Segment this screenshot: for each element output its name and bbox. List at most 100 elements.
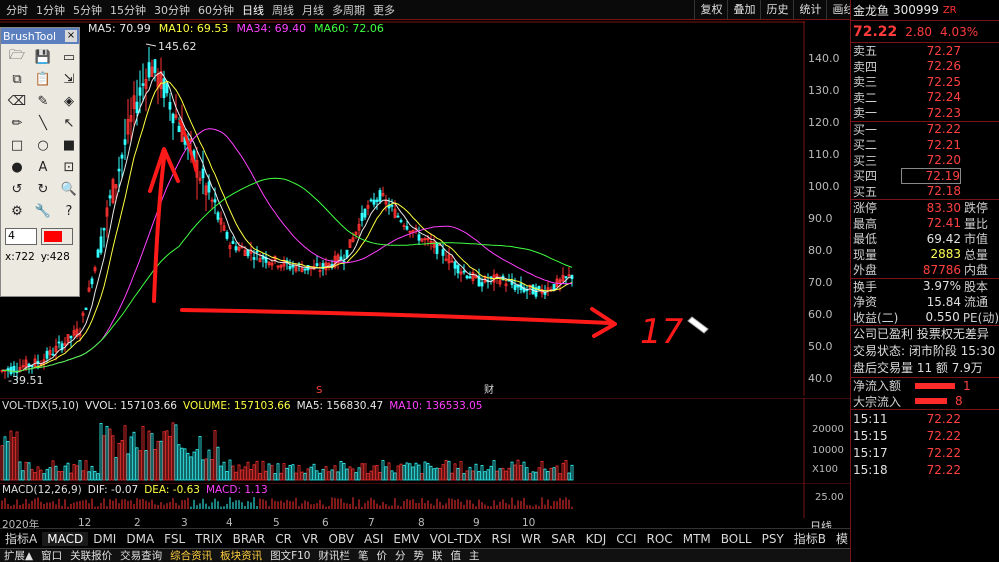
arrow-icon[interactable]: ↖ <box>57 113 81 133</box>
volume-bar <box>375 465 379 481</box>
indicator-tab[interactable]: VR <box>297 532 324 546</box>
vvol-label: VVOL: 157103.66 <box>85 400 177 412</box>
crop-icon[interactable]: ⊡ <box>57 157 81 177</box>
bottom-button[interactable]: 主 <box>465 548 484 562</box>
filled-ellipse-icon[interactable]: ● <box>5 157 29 177</box>
wrench-icon[interactable]: 🔧 <box>31 201 55 221</box>
ask-row[interactable]: 卖四 72.26 <box>851 59 999 75</box>
bottom-button[interactable]: 价 <box>372 548 391 562</box>
bottom-button[interactable]: 关联报价 <box>66 548 116 562</box>
period-tab[interactable]: 多周期 <box>328 2 369 18</box>
bid-row[interactable]: 买一 72.22 <box>851 122 999 138</box>
pencil-icon[interactable]: ✏ <box>5 113 29 133</box>
indicator-tab[interactable]: 指标B <box>789 530 831 547</box>
indicator-tab[interactable]: DMA <box>121 532 159 546</box>
volume-bar <box>165 430 169 481</box>
toolbar-button[interactable]: 历史 <box>760 0 793 20</box>
indicator-tab[interactable]: KDJ <box>581 532 612 546</box>
bottom-button[interactable]: 板块资讯 <box>216 548 266 562</box>
ask-row[interactable]: 卖三 72.25 <box>851 74 999 90</box>
copy-icon[interactable]: ⧉ <box>5 69 29 89</box>
period-tab[interactable]: 分时 <box>2 2 32 18</box>
volume-bar <box>276 463 280 481</box>
brushtool-panel[interactable]: BrushTool × 🗁 💾 ▭ ⧉ 📋 ⇲ ⌫ ✎ ◈ ✏ ╲ ↖ □ ○ ■ ● A ⊡ ↺ ↻ 🔍 ⚙ 🔧? 4 x… <box>0 27 80 297</box>
period-tab[interactable]: 5分钟 <box>69 2 106 18</box>
redo-icon[interactable]: ↻ <box>31 179 55 199</box>
bottom-button[interactable]: 值 <box>446 548 465 562</box>
candle-body <box>117 168 121 172</box>
close-icon[interactable]: × <box>65 30 77 42</box>
indicator-tab[interactable]: FSL <box>159 532 190 546</box>
period-tab[interactable]: 1分钟 <box>32 2 69 18</box>
indicator-tab[interactable]: MTM <box>678 532 716 546</box>
eyedropper-icon[interactable]: ✎ <box>31 91 55 111</box>
text-icon[interactable]: A <box>31 157 55 177</box>
period-tab[interactable]: 60分钟 <box>194 2 238 18</box>
indicator-tab[interactable]: MACD <box>42 531 89 546</box>
indicator-tab[interactable]: WR <box>516 532 546 546</box>
zoom-icon[interactable]: 🔍 <box>57 179 81 199</box>
save-icon[interactable]: 💾 <box>31 47 55 67</box>
indicator-tab[interactable]: OBV <box>324 532 360 546</box>
indicator-tab[interactable]: BOLL <box>716 532 757 546</box>
bottom-button[interactable]: 扩展▲ <box>0 548 37 562</box>
paste-icon[interactable]: 📋 <box>31 69 55 89</box>
ask-row[interactable]: 卖二 72.24 <box>851 90 999 106</box>
period-tab[interactable]: 15分钟 <box>106 2 150 18</box>
indicator-tab[interactable]: EMV <box>388 532 424 546</box>
price-tick-label: 120.0 <box>808 116 840 129</box>
fill-icon[interactable]: ◈ <box>57 91 81 111</box>
bottom-button[interactable]: 交易查询 <box>116 548 166 562</box>
ellipse-icon[interactable]: ○ <box>31 135 55 155</box>
indicator-tab[interactable]: VOL-TDX <box>425 532 487 546</box>
volume-bar <box>504 470 508 481</box>
bottom-button[interactable]: 联 <box>428 548 447 562</box>
bid-row[interactable]: 买五 72.18 <box>851 184 999 200</box>
line-icon[interactable]: ╲ <box>31 113 55 133</box>
ask-row[interactable]: 卖一 72.23 <box>851 105 999 121</box>
folder-icon[interactable]: 🗁 <box>5 47 29 67</box>
filled-rect-icon[interactable]: ■ <box>57 135 81 155</box>
bottom-button[interactable]: 势 <box>409 548 428 562</box>
indicator-tab[interactable]: 指标A <box>0 530 42 547</box>
indicator-tab[interactable]: CCI <box>611 532 641 546</box>
indicator-tab[interactable]: TRIX <box>190 532 227 546</box>
help-icon[interactable]: ? <box>57 201 81 221</box>
period-tab[interactable]: 更多 <box>369 2 399 18</box>
period-tab[interactable]: 周线 <box>268 2 298 18</box>
bottom-button[interactable]: 图文F10 <box>266 548 314 562</box>
period-tab[interactable]: 日线 <box>238 2 268 18</box>
period-tab[interactable]: 30分钟 <box>150 2 194 18</box>
bid-row[interactable]: 买四 72.19 <box>851 167 999 184</box>
bottom-button[interactable]: 财讯栏 <box>314 548 354 562</box>
image-icon[interactable]: ▭ <box>57 47 81 67</box>
indicator-tab[interactable]: BRAR <box>228 532 271 546</box>
indicator-tab[interactable]: DMI <box>88 532 121 546</box>
bottom-button[interactable]: 分 <box>391 548 410 562</box>
indicator-tab[interactable]: PSY <box>757 532 789 546</box>
indicator-tab[interactable]: ROC <box>642 532 678 546</box>
ask-row[interactable]: 卖五 72.27 <box>851 43 999 59</box>
eraser-icon[interactable]: ⌫ <box>5 91 29 111</box>
indicator-tab[interactable]: SAR <box>546 532 580 546</box>
undo-icon[interactable]: ↺ <box>5 179 29 199</box>
bottom-button[interactable]: 笔 <box>354 548 373 562</box>
toolbar-button[interactable]: 统计 <box>793 0 826 20</box>
bid-row[interactable]: 买二 72.21 <box>851 137 999 153</box>
color-picker[interactable] <box>41 228 73 245</box>
price-chart[interactable]: 145.62 -39.51 S 财 17 <box>0 21 805 396</box>
rect-icon[interactable]: □ <box>5 135 29 155</box>
settings-icon[interactable]: ⚙ <box>5 201 29 221</box>
indicator-tab[interactable]: CR <box>270 532 297 546</box>
period-tab[interactable]: 月线 <box>298 2 328 18</box>
brushtool-titlebar[interactable]: BrushTool × <box>1 28 79 44</box>
toolbar-button[interactable]: 叠加 <box>727 0 760 20</box>
indicator-tab[interactable]: RSI <box>487 532 517 546</box>
toolbar-button[interactable]: 复权 <box>694 0 727 20</box>
bottom-button[interactable]: 窗口 <box>37 548 66 562</box>
bid-row[interactable]: 买三 72.20 <box>851 153 999 169</box>
line-width-select[interactable]: 4 <box>5 228 37 245</box>
indicator-tab[interactable]: ASI <box>359 532 388 546</box>
bottom-button[interactable]: 综合资讯 <box>166 548 216 562</box>
export-icon[interactable]: ⇲ <box>57 69 81 89</box>
